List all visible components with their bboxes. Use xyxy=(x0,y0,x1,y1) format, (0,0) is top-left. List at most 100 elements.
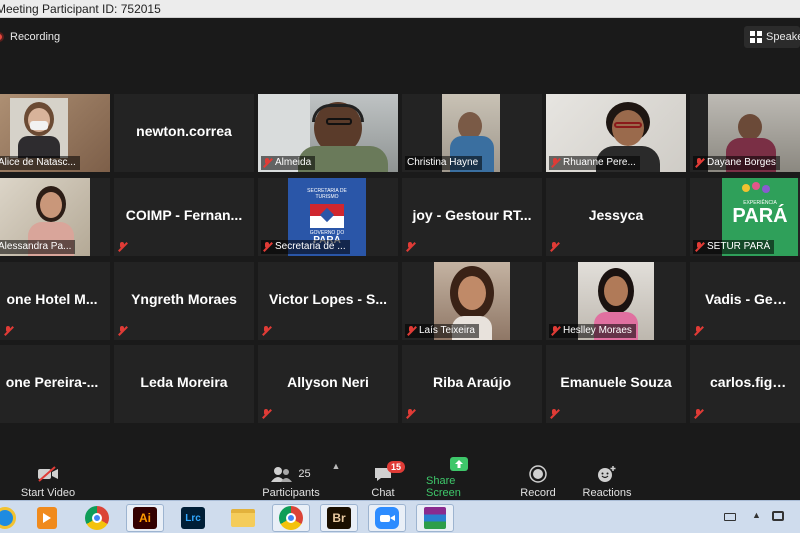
muted-mic-icon xyxy=(551,158,560,168)
participant-label: Alice de Natasc... xyxy=(0,156,80,170)
participant-tile[interactable]: Alessandra Pa... xyxy=(0,178,110,256)
participant-name: Jessyca xyxy=(588,207,644,223)
recording-indicator[interactable]: Recording xyxy=(0,29,60,45)
participant-label: Secretaria de ... xyxy=(261,240,350,254)
participant-name: Yngreth Moraes xyxy=(131,291,237,307)
explorer-icon[interactable] xyxy=(224,504,262,532)
participant-tile[interactable]: one Pereira-... xyxy=(0,345,110,423)
participant-tile[interactable]: Jessyca xyxy=(546,178,686,256)
participant-name: carlos.figueir... xyxy=(710,374,800,390)
window-title-bar: Meeting Participant ID: 752015 xyxy=(0,0,800,18)
muted-mic-icon xyxy=(550,409,559,419)
zoom-icon[interactable] xyxy=(368,504,406,532)
record-icon xyxy=(529,464,547,484)
participant-tile[interactable]: newton.correa xyxy=(114,94,254,172)
media-player-icon[interactable] xyxy=(28,504,66,532)
participant-tile[interactable]: Heslley Moraes xyxy=(546,262,686,340)
participant-name: joy - Gestour RT... xyxy=(412,207,532,223)
grid-view-icon xyxy=(750,31,762,43)
meeting-stage: Alice de Natasc... newton.correa Almeida… xyxy=(0,19,800,455)
participant-name: one Pereira-... xyxy=(5,374,99,390)
recording-label: Recording xyxy=(10,31,61,43)
muted-mic-icon xyxy=(406,242,415,252)
participant-tile[interactable]: Allyson Neri xyxy=(258,345,398,423)
participant-tile[interactable]: Leda Moreira xyxy=(114,345,254,423)
participants-icon: 25 xyxy=(271,464,311,484)
meeting-toolbar: Start Video 25 Participants ▲ 15 Chat Sh… xyxy=(0,455,800,500)
participant-label: Heslley Moraes xyxy=(549,324,636,338)
share-screen-label: Share Screen xyxy=(426,475,461,499)
reactions-label: Reactions xyxy=(582,487,632,499)
participant-tile[interactable]: Christina Hayne xyxy=(402,94,542,172)
window-title: Meeting Participant ID: 752015 xyxy=(0,2,161,16)
speaker-view-label: Speaker View xyxy=(766,31,800,43)
muted-mic-icon xyxy=(551,326,560,336)
participant-tile[interactable]: Dayane Borges xyxy=(690,94,800,172)
winrar-icon[interactable] xyxy=(416,504,454,532)
chrome-icon[interactable] xyxy=(272,504,310,532)
muted-mic-icon xyxy=(406,409,415,419)
network-icon[interactable] xyxy=(772,511,784,521)
illustrator-icon[interactable]: Ai xyxy=(126,504,164,532)
participant-tile[interactable]: Vadis - Gesto... xyxy=(690,262,800,340)
participant-tile[interactable]: joy - Gestour RT... xyxy=(402,178,542,256)
participants-count: 25 xyxy=(298,468,311,480)
reactions-button[interactable]: Reactions xyxy=(582,457,632,499)
record-button[interactable]: Record xyxy=(518,457,558,499)
participant-tile[interactable]: Laís Teixeira xyxy=(402,262,542,340)
participant-label: Almeida xyxy=(261,156,316,170)
participant-label: SETUR PARÁ xyxy=(693,240,775,254)
chat-badge: 15 xyxy=(387,461,406,473)
participant-tile[interactable]: one Hotel M... xyxy=(0,262,110,340)
participant-tile[interactable]: Almeida xyxy=(258,94,398,172)
bridge-icon[interactable]: Br xyxy=(320,504,358,532)
start-video-button[interactable]: Start Video xyxy=(20,457,76,499)
participant-name: newton.correa xyxy=(136,123,232,139)
participant-label: Dayane Borges xyxy=(693,156,780,170)
chat-icon: 15 xyxy=(373,461,406,484)
participant-tile[interactable]: COIMP - Fernan... xyxy=(114,178,254,256)
participants-label: Participants xyxy=(262,487,320,499)
participant-label: Rhuanne Pere... xyxy=(549,156,640,170)
muted-mic-icon xyxy=(694,409,703,419)
muted-mic-icon xyxy=(694,326,703,336)
participant-name: Riba Araújo xyxy=(432,374,512,390)
participant-name: Emanuele Souza xyxy=(560,374,672,390)
chat-button[interactable]: 15 Chat xyxy=(368,457,406,499)
video-off-icon xyxy=(37,464,59,484)
share-screen-button[interactable]: Share Screen xyxy=(426,457,492,499)
tray-up-icon[interactable]: ▲ xyxy=(752,510,761,520)
muted-mic-icon xyxy=(118,242,127,252)
participants-button[interactable]: 25 Participants xyxy=(262,457,320,499)
record-label: Record xyxy=(520,487,556,499)
muted-mic-icon xyxy=(695,158,704,168)
participant-tile[interactable]: carlos.figueir... xyxy=(690,345,800,423)
muted-mic-icon xyxy=(118,326,127,336)
chrome-icon[interactable] xyxy=(78,504,116,532)
windows-taskbar: Ai Lrc Br ▲ xyxy=(0,500,800,533)
participant-tile[interactable]: Yngreth Moraes xyxy=(114,262,254,340)
participants-menu-arrow[interactable]: ▲ xyxy=(330,457,342,499)
participant-tile[interactable]: Riba Araújo xyxy=(402,345,542,423)
participant-label: Christina Hayne xyxy=(405,156,483,170)
chevron-up-icon: ▲ xyxy=(331,461,341,471)
lightroom-icon[interactable]: Lrc xyxy=(174,504,212,532)
speaker-view-button[interactable]: Speaker View xyxy=(744,26,800,48)
participant-tile[interactable]: EXPERIÊNCIA PARÁ SETUR PARÁ xyxy=(690,178,800,256)
keyboard-icon[interactable] xyxy=(724,513,736,521)
participant-tile[interactable]: SECRETARIA DE TURISMO GOVERNO DO PARÁ Se… xyxy=(258,178,398,256)
participant-label: Alessandra Pa... xyxy=(0,240,76,254)
participant-tile[interactable]: Victor Lopes - S... xyxy=(258,262,398,340)
ie-icon[interactable] xyxy=(0,504,24,532)
reactions-icon xyxy=(597,464,617,484)
muted-mic-icon xyxy=(263,158,272,168)
participant-name: one Hotel M... xyxy=(6,291,98,307)
muted-mic-icon xyxy=(4,326,13,336)
participant-tile[interactable]: Emanuele Souza xyxy=(546,345,686,423)
participant-name: Allyson Neri xyxy=(287,374,369,390)
muted-mic-icon xyxy=(263,242,272,252)
participant-name: COIMP - Fernan... xyxy=(125,207,243,223)
participant-name: Leda Moreira xyxy=(140,374,228,390)
participant-tile[interactable]: Rhuanne Pere... xyxy=(546,94,686,172)
participant-tile[interactable]: Alice de Natasc... xyxy=(0,94,110,172)
